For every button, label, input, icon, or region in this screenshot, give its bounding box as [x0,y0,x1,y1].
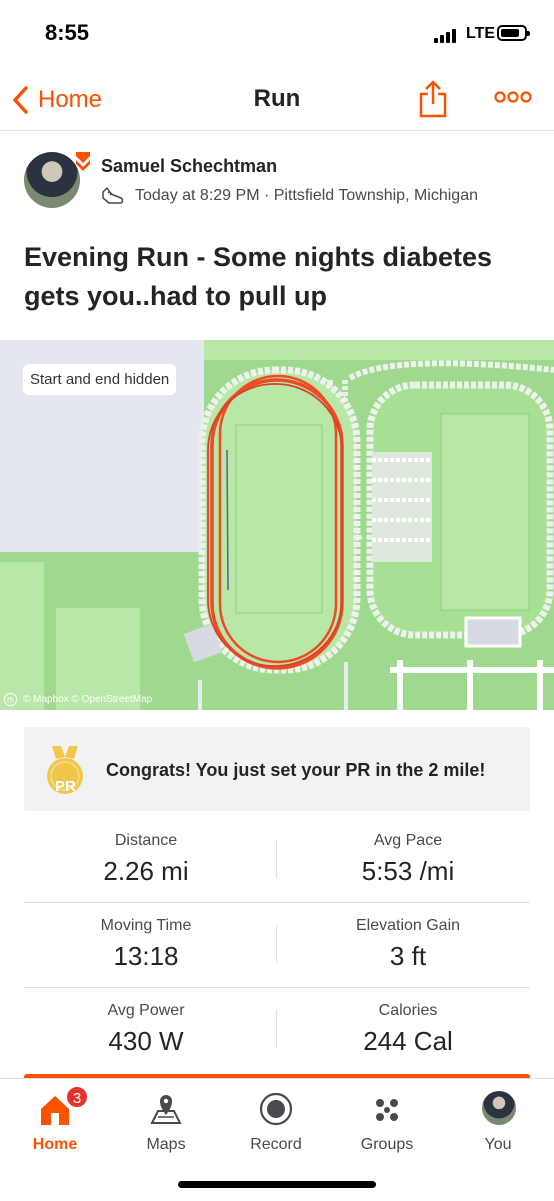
stat-moving-time: Moving Time 13:18 [24,917,268,972]
map-graphic [0,340,554,710]
battery-icon [497,25,530,41]
stat-value: 13:18 [113,941,179,971]
stat-label: Calories [378,1002,438,1019]
stat-value: 2.26 mi [103,856,189,886]
athlete-name[interactable]: Samuel Schechtman [101,156,277,177]
divider [276,840,277,878]
activity-title: Evening Run - Some nights diabetes gets … [24,242,493,311]
divider [276,925,277,963]
mapbox-logo-icon: m [4,693,17,706]
stat-label: Moving Time [100,917,192,934]
tab-record[interactable]: Record [226,1085,326,1157]
share-icon[interactable] [418,80,448,118]
tab-label: Record [250,1136,302,1153]
map-attribution-text: © Mapbox © OpenStreetMap [23,694,153,705]
tab-label: You [484,1136,512,1153]
stat-label: Avg Power [107,1002,185,1019]
more-options-icon[interactable] [494,90,532,104]
home-indicator[interactable] [178,1181,376,1188]
record-icon [259,1092,293,1126]
stat-avg-pace: Avg Pace 5:53 /mi [286,832,530,887]
stat-value: 5:53 /mi [361,856,455,886]
map-attribution[interactable]: m © Mapbox © OpenStreetMap [4,693,152,706]
tab-maps[interactable]: Maps [116,1085,216,1157]
stat-avg-power: Avg Power 430 W [24,1002,268,1057]
route-map[interactable]: Start and end hidden m © Mapbox © OpenSt… [0,340,554,710]
pr-message: Congrats! You just set your PR in the 2 … [106,760,486,780]
tab-home[interactable]: 3 Home [5,1085,105,1157]
stat-row: Moving Time 13:18 Elevation Gain 3 ft [24,903,530,988]
stat-value: 3 ft [389,941,427,971]
stat-value: 430 W [108,1026,184,1056]
nav-bar: Home Run [0,70,554,131]
status-time: 8:55 [45,20,90,45]
tab-label: Maps [146,1136,186,1153]
tab-groups[interactable]: Groups [337,1085,437,1157]
stats-grid: Distance 2.26 mi Avg Pace 5:53 /mi Movin… [24,818,530,1072]
activity-meta: Today at 8:29 PM · Pittsfield Township, … [101,186,478,206]
activity-time-location: Today at 8:29 PM · Pittsfield Township, … [135,187,478,204]
stat-label: Avg Pace [373,832,443,849]
stat-row: Distance 2.26 mi Avg Pace 5:53 /mi [24,818,530,903]
shoe-icon [102,187,124,204]
athlete-avatar[interactable] [24,152,90,214]
stat-value: 244 Cal [363,1026,453,1056]
network-type: LTE [466,25,496,42]
notification-badge: 3 [65,1085,89,1109]
tab-label: Home [32,1136,78,1153]
stat-label: Elevation Gain [355,917,461,934]
stat-elevation-gain: Elevation Gain 3 ft [286,917,530,972]
back-label: Home [38,86,103,113]
groups-icon [376,1099,398,1121]
stat-label: Distance [114,832,178,849]
signal-icon [434,29,460,43]
map-privacy-chip: Start and end hidden [23,364,177,395]
activity-header: Samuel Schechtman Today at 8:29 PM · Pit… [24,150,534,220]
stat-row: Avg Power 430 W Calories 244 Cal [24,988,530,1072]
chevron-left-icon [13,86,28,114]
status-bar: 8:55 LTE [0,0,554,70]
map-pin-icon [150,1095,182,1124]
tab-label: Groups [360,1136,414,1153]
divider [276,1010,277,1048]
tab-you[interactable]: You [448,1085,548,1157]
subscriber-badge-icon [76,152,90,171]
pr-medal-text: PR [55,778,76,795]
stat-distance: Distance 2.26 mi [24,832,268,887]
avatar [482,1091,516,1125]
pr-achievement-card[interactable]: PR Congrats! You just set your PR in the… [24,727,530,811]
back-button[interactable]: Home [12,80,102,120]
stat-calories: Calories 244 Cal [286,1002,530,1057]
